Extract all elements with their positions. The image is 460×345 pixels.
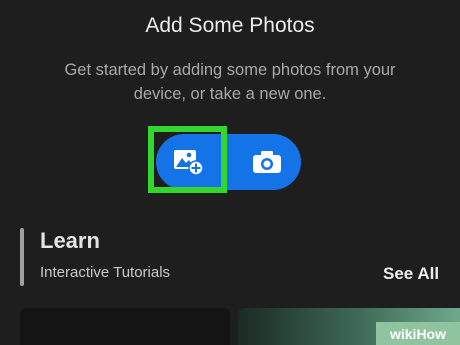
highlight-box	[148, 126, 227, 193]
camera-icon	[253, 151, 281, 173]
see-all-link[interactable]: See All	[383, 264, 439, 284]
learn-heading: Learn	[40, 228, 100, 253]
watermark-logo: wikiHow	[376, 322, 460, 345]
camera-button[interactable]	[238, 134, 296, 190]
learn-subtitle: Interactive Tutorials	[40, 264, 171, 281]
tutorial-card[interactable]	[20, 308, 230, 345]
empty-state-subtitle: Get started by adding some photos from y…	[64, 61, 396, 103]
section-accent-bar	[20, 228, 24, 286]
empty-state-title: Add Some Photos	[145, 14, 315, 37]
